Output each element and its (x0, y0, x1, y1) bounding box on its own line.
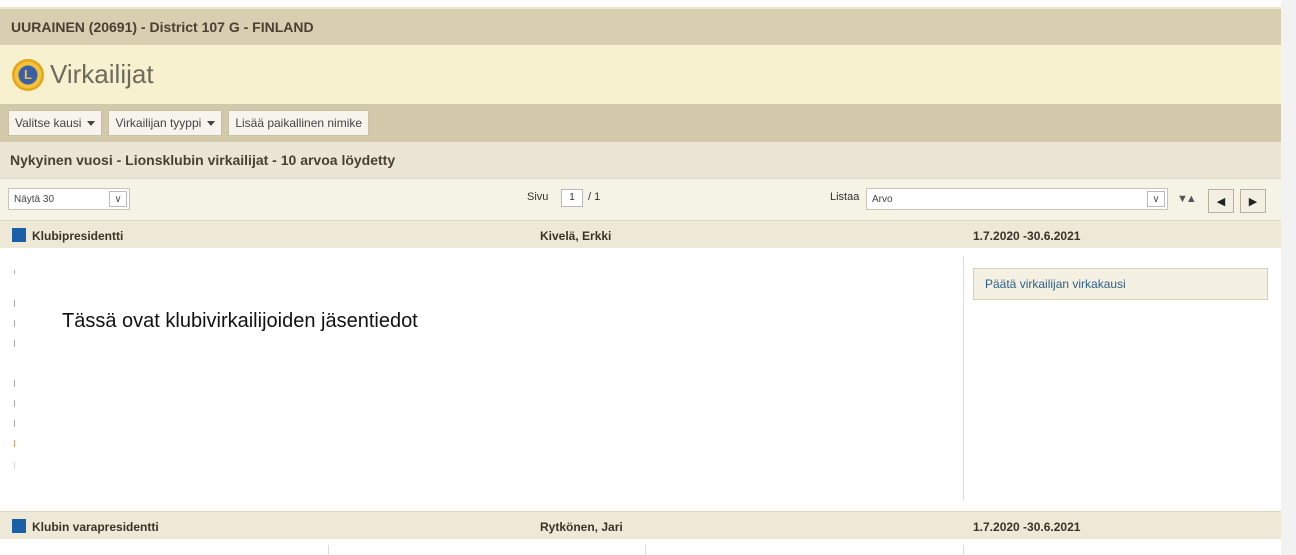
page-label: Sivu (527, 191, 549, 203)
officer-type-dropdown-label: Virkailijan tyyppi (115, 116, 202, 130)
chevron-down-icon[interactable]: ∨ (109, 191, 127, 207)
list-controls: Näytä 30 ∨ Sivu 1 / 1 Listaa Arvo ∨ ▼▲ ◀… (0, 178, 1281, 220)
sort-direction-icon[interactable]: ▼▲ (1177, 193, 1197, 205)
results-heading: Nykyinen vuosi - Lionsklubin virkailijat… (0, 142, 1281, 178)
season-dropdown-label: Valitse kausi (15, 116, 82, 130)
sort-label: Listaa (830, 191, 860, 203)
caret-down-icon (87, 120, 96, 126)
redacted-mark (14, 440, 15, 447)
redacted-mark (14, 462, 15, 469)
add-local-title-label: Lisää paikallinen nimike (235, 116, 363, 130)
column-divider (645, 545, 646, 555)
sort-select[interactable]: Arvo ∨ (866, 188, 1168, 210)
officer-row[interactable]: Klubipresidentti Kivelä, Erkki 1.7.2020 … (0, 220, 1281, 248)
redacted-mark (14, 300, 15, 307)
page-title: Virkailijat (50, 59, 154, 89)
title-bar: Virkailijat (0, 45, 1281, 104)
club-title: UURAINEN (20691) - District 107 G - FINL… (11, 19, 314, 35)
page-size-select[interactable]: Näytä 30 ∨ (8, 188, 130, 210)
redacted-mark (14, 270, 15, 274)
toolbar: Valitse kausi Virkailijan tyyppi Lisää p… (0, 104, 1281, 142)
column-divider (963, 545, 964, 555)
member-info-note: Tässä ovat klubivirkailijoiden jäsentied… (62, 310, 418, 332)
column-divider (328, 545, 329, 555)
redacted-mark (14, 320, 15, 327)
chevron-down-icon[interactable]: ∨ (1147, 191, 1165, 207)
window-edge (1281, 0, 1296, 555)
club-header: UURAINEN (20691) - District 107 G - FINL… (0, 9, 1281, 45)
page-size-value: Näytä 30 (14, 193, 55, 205)
season-dropdown[interactable]: Valitse kausi (8, 110, 103, 136)
sort-value: Arvo (872, 193, 893, 205)
officer-role: Klubipresidentti (32, 229, 124, 243)
redacted-mark (14, 380, 15, 387)
officer-term-dates: 1.7.2020 -30.6.2021 (973, 520, 1081, 534)
prev-page-button[interactable]: ◀ (1208, 189, 1234, 213)
officer-name: Rytkönen, Jari (540, 520, 623, 534)
officer-color-square (12, 519, 26, 533)
officer-term-dates: 1.7.2020 -30.6.2021 (973, 229, 1081, 243)
redacted-mark (14, 400, 15, 407)
lions-logo-icon (12, 58, 44, 91)
page-total: / 1 (588, 191, 601, 203)
add-local-title-button[interactable]: Lisää paikallinen nimike (228, 110, 370, 136)
officer-role: Klubin varapresidentti (32, 520, 159, 534)
next-page-button[interactable]: ▶ (1240, 189, 1266, 213)
results-heading-text: Nykyinen vuosi - Lionsklubin virkailijat… (10, 152, 396, 168)
end-term-link[interactable]: Päätä virkailijan virkakausi (973, 268, 1268, 300)
redacted-mark (14, 340, 15, 347)
officer-name: Kivelä, Erkki (540, 229, 612, 243)
officer-detail-panel: Tässä ovat klubivirkailijoiden jäsentied… (0, 248, 1281, 511)
caret-down-icon (207, 120, 216, 126)
page-number-input[interactable]: 1 (561, 189, 583, 207)
officer-row[interactable]: Klubin varapresidentti Rytkönen, Jari 1.… (0, 511, 1281, 539)
officers-page: UURAINEN (20691) - District 107 G - FINL… (0, 0, 1281, 555)
column-divider (963, 256, 964, 501)
redacted-mark (14, 420, 15, 427)
officer-type-dropdown[interactable]: Virkailijan tyyppi (108, 110, 223, 136)
officer-color-square (12, 228, 26, 242)
